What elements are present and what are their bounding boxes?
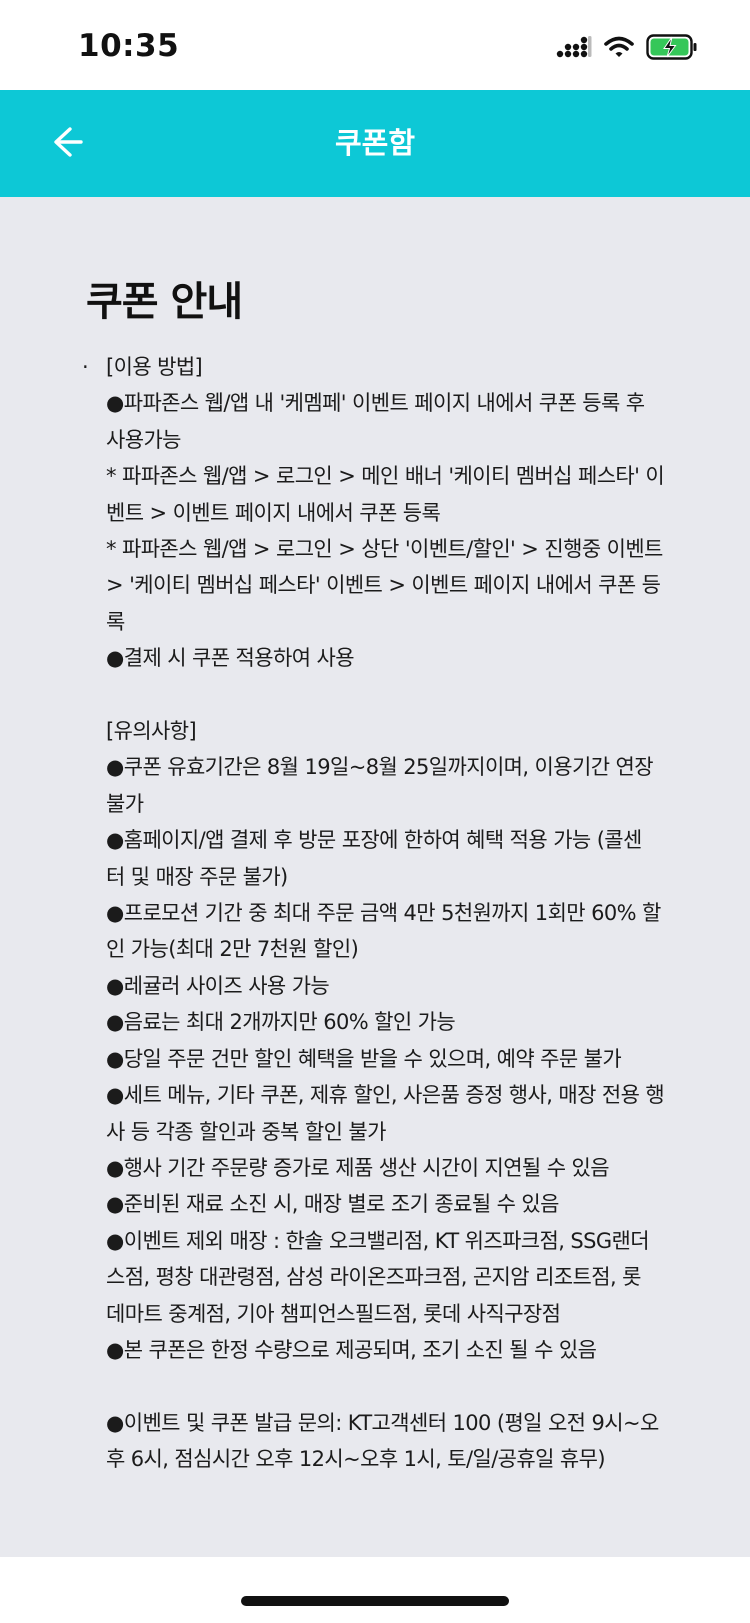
notice-line: ●쿠폰 유효기간은 8월 19일~8월 25일까지이며, 이용기간 연장 bbox=[106, 755, 654, 780]
signal-icon bbox=[556, 35, 592, 63]
notice-line: ●행사 기간 주문량 증가로 제품 생산 시간이 지연될 수 있음 bbox=[106, 1155, 610, 1180]
notice-line: ●레귤러 사이즈 사용 가능 bbox=[106, 973, 330, 998]
notice-line: [이용 방법] bbox=[106, 355, 203, 379]
notice-line: ●결제 시 쿠폰 적용하여 사용 bbox=[106, 646, 355, 671]
notice-line: 후 6시, 점심시간 오후 12시~오후 1시, 토/일/공휴일 휴무) bbox=[106, 1447, 606, 1472]
status-time: 10:35 bbox=[78, 28, 180, 64]
status-bar: 10:35 bbox=[0, 0, 750, 90]
notice-line: > '케이티 멤버십 페스타' 이벤트 > 이벤트 페이지 내에서 쿠폰 등 bbox=[106, 573, 661, 598]
list-bullet: · bbox=[82, 355, 89, 379]
notice-line: 사 등 각종 할인과 중복 할인 불가 bbox=[106, 1119, 386, 1144]
home-indicator[interactable] bbox=[241, 1596, 509, 1606]
coupon-info-panel: 쿠폰 안내 · [이용 방법] ●파파존스 웹/앱 내 '케멤페' 이벤트 페이지… bbox=[0, 197, 750, 1557]
page-title: 쿠폰함 bbox=[334, 126, 416, 160]
notice-line: 불가 bbox=[106, 791, 144, 816]
notice-line: ●프로모션 기간 중 최대 주문 금액 4만 5천원까지 1회만 60% 할 bbox=[106, 901, 661, 926]
notice-line: ●홈페이지/앱 결제 후 방문 포장에 한하여 혜택 적용 가능 (콜센 bbox=[106, 828, 642, 853]
notice-line: [유의사항] bbox=[106, 719, 197, 744]
notice-line: 데마트 중계점, 기아 챔피언스필드점, 롯데 사직구장점 bbox=[106, 1301, 561, 1326]
notice-line bbox=[106, 677, 672, 713]
notice-line: 터 및 매장 주문 불가) bbox=[106, 864, 288, 889]
notice-line: ●본 쿠폰은 한정 수량으로 제공되며, 조기 소진 될 수 있음 bbox=[106, 1337, 597, 1362]
home-area bbox=[0, 1557, 750, 1623]
notice-line: * 파파존스 웹/앱 > 로그인 > 메인 배너 '케이티 멤버십 페스타' 이 bbox=[106, 464, 665, 489]
notice-line: 벤트 > 이벤트 페이지 내에서 쿠폰 등록 bbox=[106, 500, 441, 525]
coupon-info-title: 쿠폰 안내 bbox=[86, 279, 243, 325]
notice-line: 사용가능 bbox=[106, 427, 181, 452]
notice-line: 스점, 평창 대관령점, 삼성 라이온즈파크점, 곤지암 리조트점, 롯 bbox=[106, 1265, 641, 1290]
notice-line: ●이벤트 및 쿠폰 발급 문의: KT고객센터 100 (평일 오전 9시~오 bbox=[106, 1410, 659, 1435]
battery-charging-icon bbox=[646, 34, 698, 64]
notice-line: ●준비된 재료 소진 시, 매장 별로 조기 종료될 수 있음 bbox=[106, 1192, 559, 1217]
notice-line bbox=[106, 1368, 672, 1404]
coupon-notice: · [이용 방법] ●파파존스 웹/앱 내 '케멤페' 이벤트 페이지 내에서 쿠… bbox=[82, 349, 672, 1478]
notice-line: ●파파존스 웹/앱 내 '케멤페' 이벤트 페이지 내에서 쿠폰 등록 후 bbox=[106, 391, 645, 416]
notice-line: ●당일 주문 건만 할인 혜택을 받을 수 있으며, 예약 주문 불가 bbox=[106, 1046, 622, 1071]
wifi-icon bbox=[604, 35, 634, 63]
status-icons bbox=[556, 34, 698, 64]
notice-body: [이용 방법] ●파파존스 웹/앱 내 '케멤페' 이벤트 페이지 내에서 쿠폰 … bbox=[106, 349, 672, 1478]
notice-line: ●이벤트 제외 매장 : 한솔 오크밸리점, KT 위즈파크점, SSG랜더 bbox=[106, 1228, 650, 1253]
notice-line: ●세트 메뉴, 기타 쿠폰, 제휴 할인, 사은품 증정 행사, 매장 전용 행 bbox=[106, 1083, 665, 1108]
notice-line: 인 가능(최대 2만 7천원 할인) bbox=[106, 937, 359, 962]
notice-line: * 파파존스 웹/앱 > 로그인 > 상단 '이벤트/할인' > 진행중 이벤트 bbox=[106, 537, 663, 562]
notice-line: ●음료는 최대 2개까지만 60% 할인 가능 bbox=[106, 1010, 456, 1035]
notice-line: 록 bbox=[106, 609, 125, 634]
app-header: 쿠폰함 bbox=[0, 90, 750, 197]
